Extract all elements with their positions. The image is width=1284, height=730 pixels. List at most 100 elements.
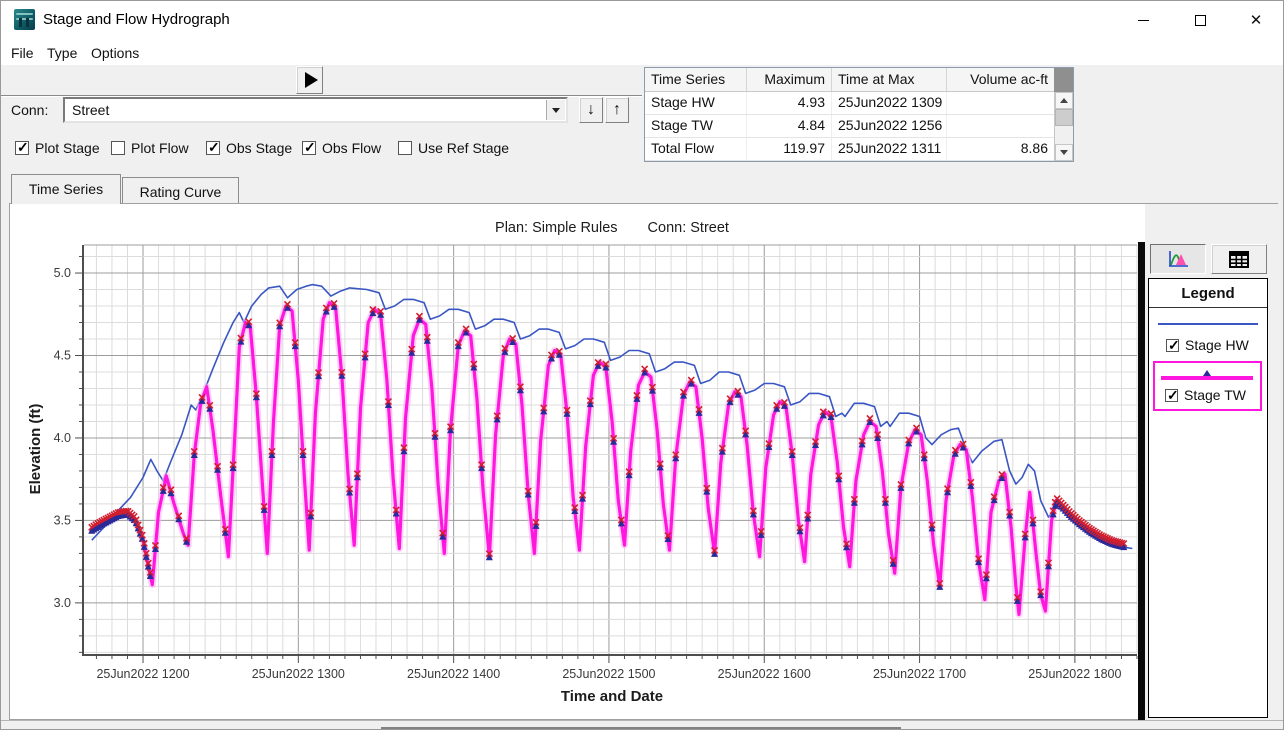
table-icon [1229,251,1249,268]
time-series-tab-content: 25Jun2022 120025Jun2022 130025Jun2022 14… [9,203,1278,720]
svg-text:3.0: 3.0 [54,596,71,610]
legend-title: Legend [1149,279,1267,308]
maximize-icon [1195,15,1206,26]
plot-stage-label: Plot Stage [35,140,100,156]
obs-flow-checkbox-icon [302,141,316,155]
legend-box: Legend Stage HW Stage TW [1148,278,1268,718]
axis-tick-labels: 25Jun2022 120025Jun2022 130025Jun2022 14… [54,266,1122,681]
observed-data-markers [88,300,1127,603]
chevron-down-icon [552,108,560,113]
y-axis-label: Elevation (ft) [27,404,44,495]
svg-text:25Jun2022 1800: 25Jun2022 1800 [1028,667,1121,681]
previous-connection-button[interactable]: ↓ [579,97,603,123]
menu-bar: File Type Options [1,39,1283,65]
checkbox-obs-stage[interactable]: Obs Stage [206,140,292,156]
conn-combobox-value: Street [72,102,109,118]
col-maximum: Maximum [747,68,832,91]
legend-splitter-handle[interactable] [1138,242,1145,720]
title-bar: Stage and Flow Hydrograph ✕ [1,1,1283,39]
close-icon: ✕ [1250,11,1263,29]
next-connection-button[interactable]: ↑ [605,97,629,123]
scroll-up-button[interactable] [1055,92,1073,109]
row1-series: Stage TW [645,115,747,137]
scroll-up-icon [1060,98,1068,103]
conn-combobox[interactable]: Street [63,97,568,123]
row2-maximum: 119.97 [747,138,832,160]
row2-series: Total Flow [645,138,747,160]
obs-stage-label: Obs Stage [226,140,292,156]
svg-text:25Jun2022 1500: 25Jun2022 1500 [562,667,655,681]
table-row[interactable]: Stage HW 4.93 25Jun2022 1309 [645,92,1073,115]
scroll-down-button[interactable] [1055,144,1073,161]
hec-ras-app-icon [14,9,35,30]
menu-options[interactable]: Options [87,43,143,63]
scroll-down-icon [1060,150,1068,155]
close-button[interactable]: ✕ [1233,1,1279,39]
tab-rating-curve[interactable]: Rating Curve [122,177,239,204]
col-time-at-max: Time at Max [832,68,947,91]
conn-dropdown-button[interactable] [546,100,565,120]
plot-icon [1167,249,1189,269]
hydrograph-plot[interactable]: 25Jun2022 120025Jun2022 130025Jun2022 14… [10,204,1138,720]
stage-hw-checkbox-icon [1166,339,1179,352]
obs-stage-checkbox-icon [206,141,220,155]
window-title: Stage and Flow Hydrograph [43,11,230,28]
stage-tw-label: Stage TW [1184,387,1246,403]
conn-label: Conn: [11,102,48,118]
row0-time-at-max: 25Jun2022 1309 [832,92,947,114]
animate-play-button[interactable] [296,66,323,94]
chart-title: Plan: Simple RulesConn: Street [495,220,729,236]
svg-text:25Jun2022 1700: 25Jun2022 1700 [873,667,966,681]
menu-file[interactable]: File [7,43,38,63]
checkbox-plot-flow[interactable]: Plot Flow [111,140,189,156]
tab-time-series[interactable]: Time Series [11,174,121,204]
obs-flow-label: Obs Flow [322,140,381,156]
maximize-button[interactable] [1177,1,1223,39]
row1-volume [947,115,1055,137]
table-row[interactable]: Stage TW 4.84 25Jun2022 1256 [645,115,1073,138]
checkbox-use-ref-stage[interactable]: Use Ref Stage [398,140,509,156]
arrow-down-icon: ↓ [587,101,595,119]
svg-text:4.5: 4.5 [54,348,71,362]
row0-volume [947,92,1055,114]
legend-entry-stage-hw[interactable]: Stage HW [1166,337,1249,353]
legend-entry-stage-tw-selected[interactable]: Stage TW [1153,361,1262,411]
row2-time-at-max: 25Jun2022 1311 [832,138,947,160]
table-corner [1054,68,1073,92]
row0-series: Stage HW [645,92,747,114]
col-time-series: Time Series [645,68,747,91]
menu-type[interactable]: Type [43,43,81,63]
svg-text:3.5: 3.5 [54,513,71,527]
plot-grid [84,245,1137,654]
summary-stats-table: Time Series Maximum Time at Max Volume a… [644,67,1074,162]
stats-header-row: Time Series Maximum Time at Max Volume a… [645,68,1073,92]
table-row[interactable]: Total Flow 119.97 25Jun2022 1311 8.86 [645,138,1073,161]
checkbox-plot-stage[interactable]: Plot Stage [15,140,100,156]
stage-hw-line-sample [1158,323,1258,325]
svg-text:5.0: 5.0 [54,266,71,280]
plot-stage-checkbox-icon [15,141,29,155]
table-scrollbar[interactable] [1054,92,1073,161]
svg-text:4.0: 4.0 [54,431,71,445]
svg-text:25Jun2022 1400: 25Jun2022 1400 [407,667,500,681]
show-table-button[interactable] [1211,244,1267,274]
scrollbar-thumb[interactable] [1055,109,1073,126]
row1-time-at-max: 25Jun2022 1256 [832,115,947,137]
legend-panel: Legend Stage HW Stage TW [1145,204,1278,720]
use-ref-stage-checkbox-icon [398,141,412,155]
checkbox-obs-flow[interactable]: Obs Flow [302,140,381,156]
plot-flow-checkbox-icon [111,141,125,155]
obs-flow-triangle-icon [1203,370,1211,376]
minimize-button[interactable] [1120,1,1166,39]
svg-text:25Jun2022 1300: 25Jun2022 1300 [252,667,345,681]
svg-text:25Jun2022 1600: 25Jun2022 1600 [718,667,811,681]
show-plot-button[interactable] [1150,244,1206,274]
minimize-icon [1138,20,1149,21]
control-panel: Conn: Street ↓ ↑ Plot Stage Plot Flow Ob… [1,65,1283,730]
col-volume: Volume ac-ft [947,68,1055,91]
play-icon [305,72,318,88]
arrow-up-icon: ↑ [613,101,621,119]
stage-flow-hydrograph-window: Stage and Flow Hydrograph ✕ File Type Op… [0,0,1284,730]
legend-entry-stage-tw[interactable]: Stage TW [1165,387,1246,403]
use-ref-stage-label: Use Ref Stage [418,140,509,156]
